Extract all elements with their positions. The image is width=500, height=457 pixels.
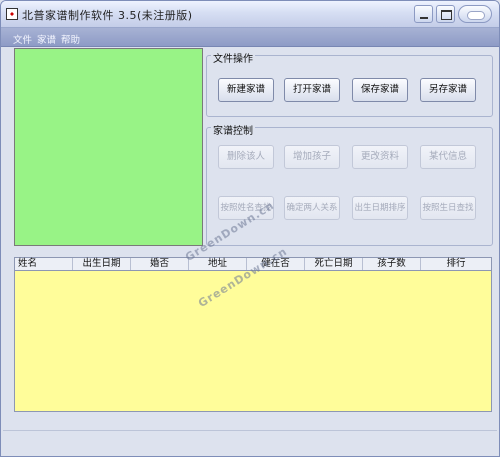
maximize-button[interactable] <box>436 5 455 23</box>
generation-info-button[interactable]: 某代信息 <box>420 145 476 169</box>
delete-person-button[interactable]: 删除该人 <box>218 145 274 169</box>
column-header-married[interactable]: 婚否 <box>131 258 189 270</box>
minimize-icon <box>415 6 432 22</box>
relationship-button[interactable]: 确定两人关系 <box>284 196 340 220</box>
edit-info-button[interactable]: 更改资料 <box>352 145 408 169</box>
file-operations-group: 文件操作 新建家谱 打开家谱 保存家谱 另存家谱 <box>206 50 493 117</box>
column-header-name[interactable]: 姓名 <box>15 258 73 270</box>
new-genealogy-button[interactable]: 新建家谱 <box>218 78 274 102</box>
maximize-icon <box>437 6 454 22</box>
save-as-genealogy-button[interactable]: 另存家谱 <box>420 78 476 102</box>
file-operations-title: 文件操作 <box>211 50 255 65</box>
status-bar <box>3 430 497 454</box>
menu-bar: 文件 家谱 帮助 <box>1 28 499 47</box>
close-icon <box>459 6 491 22</box>
app-window: 北普家谱制作软件 3.5(未注册版) 文件 家谱 帮助 文件操作 新建家谱 打开… <box>0 0 500 457</box>
genealogy-control-group: 家谱控制 删除该人 增加孩子 更改资料 某代信息 按照姓名查找 确定两人关系 出… <box>206 122 493 246</box>
minimize-button[interactable] <box>414 5 433 23</box>
column-header-death-date[interactable]: 死亡日期 <box>305 258 363 270</box>
add-child-button[interactable]: 增加孩子 <box>284 145 340 169</box>
photo-panel[interactable] <box>14 48 203 246</box>
close-button[interactable] <box>458 5 492 23</box>
menu-genealogy[interactable]: 家谱 <box>37 32 56 46</box>
column-header-birth-date[interactable]: 出生日期 <box>73 258 131 270</box>
menu-help[interactable]: 帮助 <box>61 32 80 46</box>
window-title: 北普家谱制作软件 3.5(未注册版) <box>22 9 193 22</box>
person-table-body[interactable] <box>14 271 492 412</box>
title-bar[interactable]: 北普家谱制作软件 3.5(未注册版) <box>1 1 499 28</box>
column-header-children-count[interactable]: 孩子数 <box>363 258 421 270</box>
save-genealogy-button[interactable]: 保存家谱 <box>352 78 408 102</box>
column-header-address[interactable]: 地址 <box>189 258 247 270</box>
find-by-birthday-button[interactable]: 按照生日查找 <box>420 196 476 220</box>
open-genealogy-button[interactable]: 打开家谱 <box>284 78 340 102</box>
column-header-rank[interactable]: 排行 <box>421 258 491 270</box>
sort-by-birth-button[interactable]: 出生日期排序 <box>352 196 408 220</box>
app-icon[interactable] <box>6 8 18 20</box>
menu-file[interactable]: 文件 <box>13 32 32 46</box>
genealogy-control-title: 家谱控制 <box>211 122 255 137</box>
